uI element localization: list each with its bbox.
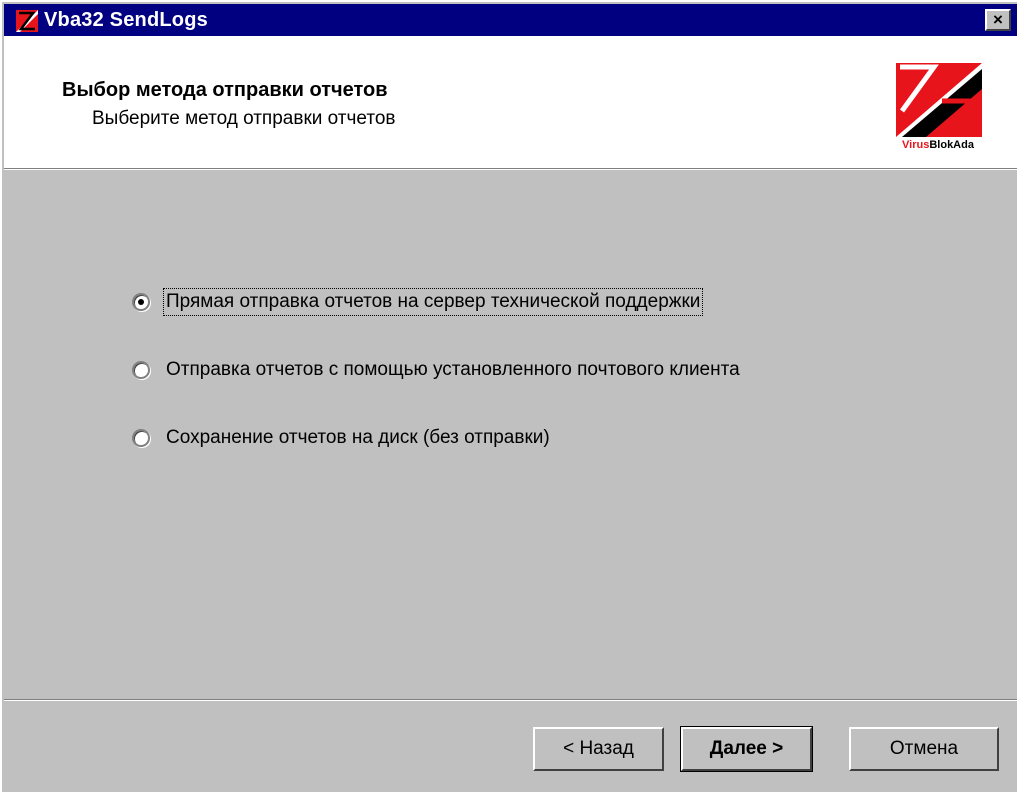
page-subtitle: Выберите метод отправки отчетов	[92, 108, 396, 129]
close-button[interactable]: ×	[985, 9, 1011, 31]
cancel-button[interactable]: Отмена	[849, 727, 999, 771]
close-icon: ×	[993, 10, 1003, 29]
footer-divider-highlight	[4, 700, 1017, 701]
wizard-header: Выбор метода отправки отчетов Выберите м…	[4, 36, 1017, 169]
svg-text:VirusBlokAda: VirusBlokAda	[902, 139, 975, 151]
radio-mail-client[interactable]	[132, 361, 150, 379]
window-title: Vba32 SendLogs	[44, 9, 208, 31]
virusblokada-logo: VirusBlokAda	[894, 61, 984, 151]
logo-text-blokada: BlokAda	[929, 139, 975, 151]
option-label[interactable]: Прямая отправка отчетов на сервер технич…	[162, 288, 704, 316]
page-title: Выбор метода отправки отчетов	[62, 79, 388, 101]
radio-direct-send[interactable]	[132, 293, 150, 311]
next-button[interactable]: Далее >	[680, 726, 813, 772]
option-label[interactable]: Сохранение отчетов на диск (без отправки…	[164, 425, 552, 451]
logo-text-virus: Virus	[902, 139, 929, 151]
back-button[interactable]: < Назад	[533, 727, 664, 771]
radio-save-disk[interactable]	[132, 429, 150, 447]
title-bar[interactable]: Vba32 SendLogs ×	[4, 4, 1017, 36]
option-label[interactable]: Отправка отчетов с помощью установленног…	[164, 357, 742, 383]
vba32-app-icon	[16, 10, 38, 32]
header-divider	[4, 169, 1017, 170]
dialog-window: Vba32 SendLogs × Выбор метода отправки о…	[0, 0, 1017, 792]
